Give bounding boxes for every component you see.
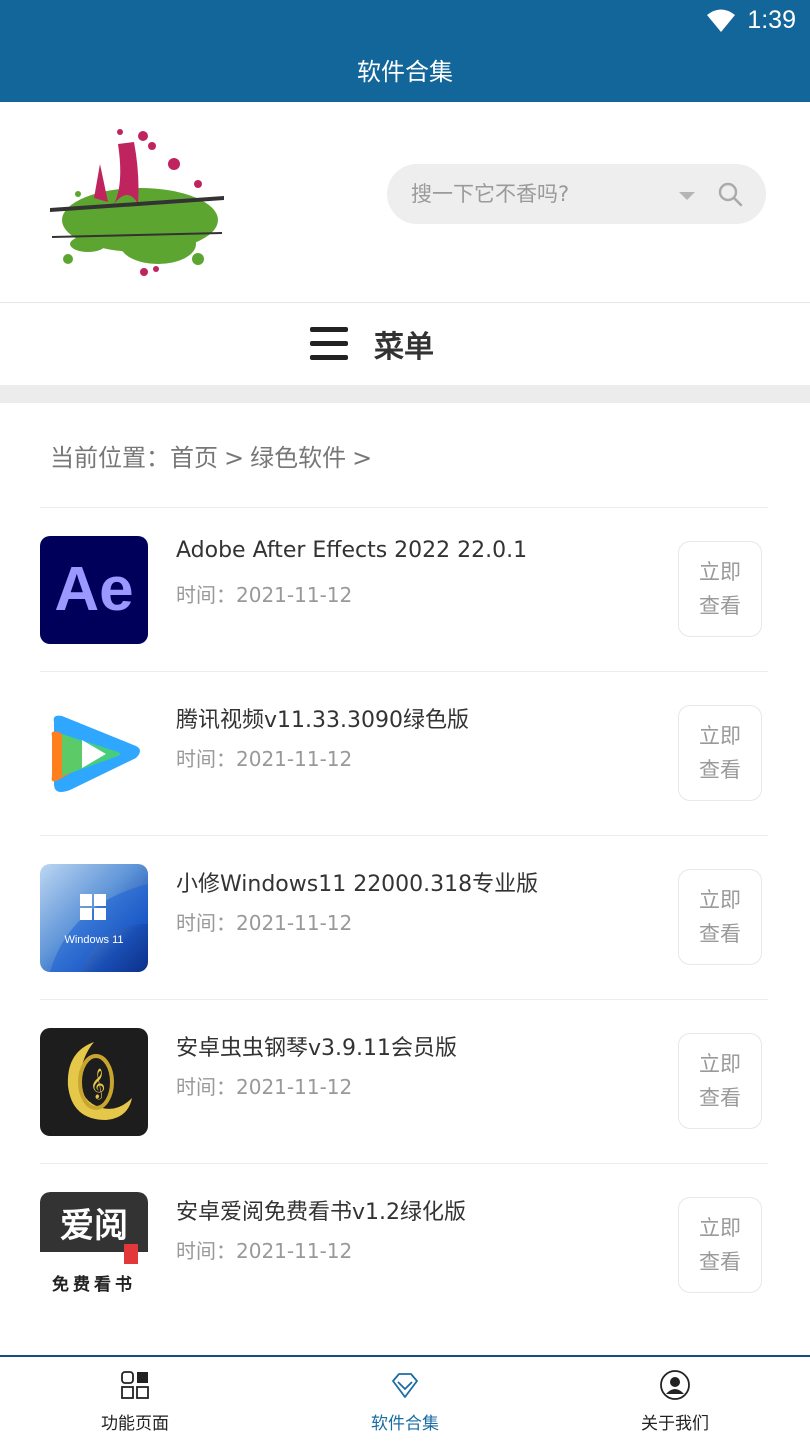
list-item[interactable]: 𝄞 安卓虫虫钢琴v3.9.11会员版 时间：2021-11-12 立即 查看 <box>40 999 768 1163</box>
tab-software[interactable]: 软件合集 <box>270 1357 540 1442</box>
aiyue-app-icon[interactable]: 爱阅 免费看书 <box>40 1192 148 1300</box>
status-bar: 1:39 <box>0 0 810 42</box>
breadcrumb-separator: > <box>224 444 245 472</box>
item-title[interactable]: 小修Windows11 22000.318专业版 <box>176 866 538 898</box>
search-icon[interactable] <box>717 181 743 207</box>
user-icon <box>660 1370 690 1400</box>
bottom-tab-bar: 功能页面 软件合集 关于我们 <box>0 1355 810 1442</box>
caret-down-icon[interactable] <box>679 192 695 200</box>
title-bar: 软件合集 <box>0 42 810 102</box>
svg-text:𝄞: 𝄞 <box>90 1068 105 1100</box>
menu-bar[interactable]: 菜单 <box>0 303 810 385</box>
page-title: 软件合集 <box>357 58 453 86</box>
list-item[interactable]: Ae Adobe After Effects 2022 22.0.1 时间：20… <box>40 507 768 671</box>
list-item[interactable]: 腾讯视频v11.33.3090绿色版 时间：2021-11-12 立即 查看 <box>40 671 768 835</box>
breadcrumb-home[interactable]: 首页 <box>170 444 218 472</box>
list-item[interactable]: Windows 11 小修Windows11 22000.318专业版 时间：2… <box>40 835 768 999</box>
view-now-button[interactable]: 立即 查看 <box>678 1197 762 1293</box>
item-time: 时间：2021-11-12 <box>176 583 353 607</box>
wifi-icon <box>707 9 735 32</box>
search-box[interactable] <box>387 164 766 224</box>
section-divider <box>0 385 810 403</box>
hamburger-icon[interactable] <box>310 327 348 361</box>
tab-about[interactable]: 关于我们 <box>540 1357 810 1442</box>
grid-icon <box>121 1371 149 1399</box>
breadcrumb-category[interactable]: 绿色软件 <box>250 444 346 472</box>
item-title[interactable]: 腾讯视频v11.33.3090绿色版 <box>176 702 469 734</box>
breadcrumb-prefix: 当前位置： <box>50 444 170 472</box>
after-effects-icon[interactable]: Ae <box>40 536 148 644</box>
site-logo[interactable] <box>48 124 228 284</box>
search-input[interactable] <box>411 164 671 224</box>
software-list: Ae Adobe After Effects 2022 22.0.1 时间：20… <box>40 507 768 1327</box>
list-item[interactable]: 爱阅 免费看书 安卓爱阅免费看书v1.2绿化版 时间：2021-11-12 立即… <box>40 1163 768 1327</box>
item-title[interactable]: 安卓爱阅免费看书v1.2绿化版 <box>176 1194 466 1226</box>
item-time: 时间：2021-11-12 <box>176 1075 353 1099</box>
tab-features[interactable]: 功能页面 <box>0 1357 270 1442</box>
view-now-button[interactable]: 立即 查看 <box>678 869 762 965</box>
item-title[interactable]: Adobe After Effects 2022 22.0.1 <box>176 538 527 563</box>
item-time: 时间：2021-11-12 <box>176 747 353 771</box>
piano-app-icon[interactable]: 𝄞 <box>40 1028 148 1136</box>
logo-splash-icon <box>50 129 224 276</box>
view-now-button[interactable]: 立即 查看 <box>678 705 762 801</box>
item-time: 时间：2021-11-12 <box>176 911 353 935</box>
breadcrumb-separator: > <box>352 444 373 472</box>
breadcrumb: 当前位置：首页 > 绿色软件 > <box>50 438 378 473</box>
item-title[interactable]: 安卓虫虫钢琴v3.9.11会员版 <box>176 1030 457 1062</box>
tab-label: 功能页面 <box>101 1414 169 1434</box>
item-time: 时间：2021-11-12 <box>176 1239 353 1263</box>
tencent-video-icon[interactable] <box>40 700 148 808</box>
view-now-button[interactable]: 立即 查看 <box>678 1033 762 1129</box>
tab-label: 软件合集 <box>371 1414 439 1434</box>
header <box>0 102 810 303</box>
windows11-icon[interactable]: Windows 11 <box>40 864 148 972</box>
status-time: 1:39 <box>747 6 796 34</box>
view-now-button[interactable]: 立即 查看 <box>678 541 762 637</box>
tab-label: 关于我们 <box>641 1414 709 1434</box>
menu-label[interactable]: 菜单 <box>374 322 434 366</box>
diamond-icon <box>392 1373 418 1398</box>
